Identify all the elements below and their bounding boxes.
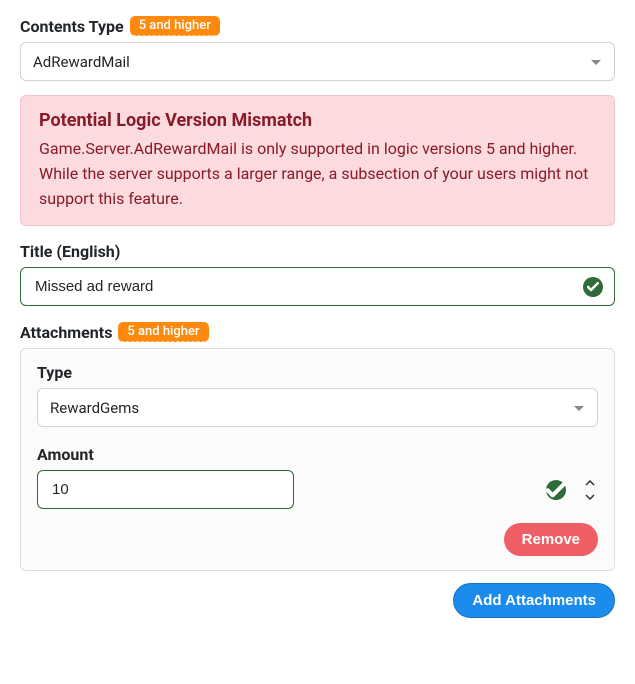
attachments-label: Attachments	[20, 323, 112, 342]
chevron-down-icon	[573, 398, 585, 417]
attachment-amount-label: Amount	[37, 445, 598, 464]
attachment-type-select[interactable]: RewardGems	[37, 388, 598, 427]
contents-type-value: AdRewardMail	[33, 53, 130, 71]
alert-title: Potential Logic Version Mismatch	[39, 110, 596, 131]
valid-check-icon	[583, 277, 603, 297]
add-attachments-button[interactable]: Add Attachments	[453, 583, 615, 618]
attachments-version-badge: 5 and higher	[118, 322, 208, 342]
title-input[interactable]	[20, 267, 615, 306]
remove-attachment-button[interactable]: Remove	[504, 523, 598, 556]
contents-type-label: Contents Type	[20, 17, 124, 36]
contents-type-version-badge: 5 and higher	[130, 16, 220, 36]
amount-stepper	[582, 470, 598, 509]
chevron-down-icon	[590, 52, 602, 71]
attachment-amount-input[interactable]	[37, 470, 294, 509]
attachment-type-value: RewardGems	[50, 399, 139, 417]
attachment-item: Type RewardGems Amount	[20, 348, 615, 571]
title-label: Title (English)	[20, 242, 120, 261]
version-mismatch-alert: Potential Logic Version Mismatch Game.Se…	[20, 95, 615, 226]
stepper-down-button[interactable]	[582, 490, 598, 504]
contents-type-select[interactable]: AdRewardMail	[20, 42, 615, 81]
alert-body: Game.Server.AdRewardMail is only support…	[39, 137, 596, 211]
valid-check-icon	[546, 480, 566, 500]
attachment-type-label: Type	[37, 363, 598, 382]
stepper-up-button[interactable]	[582, 476, 598, 490]
